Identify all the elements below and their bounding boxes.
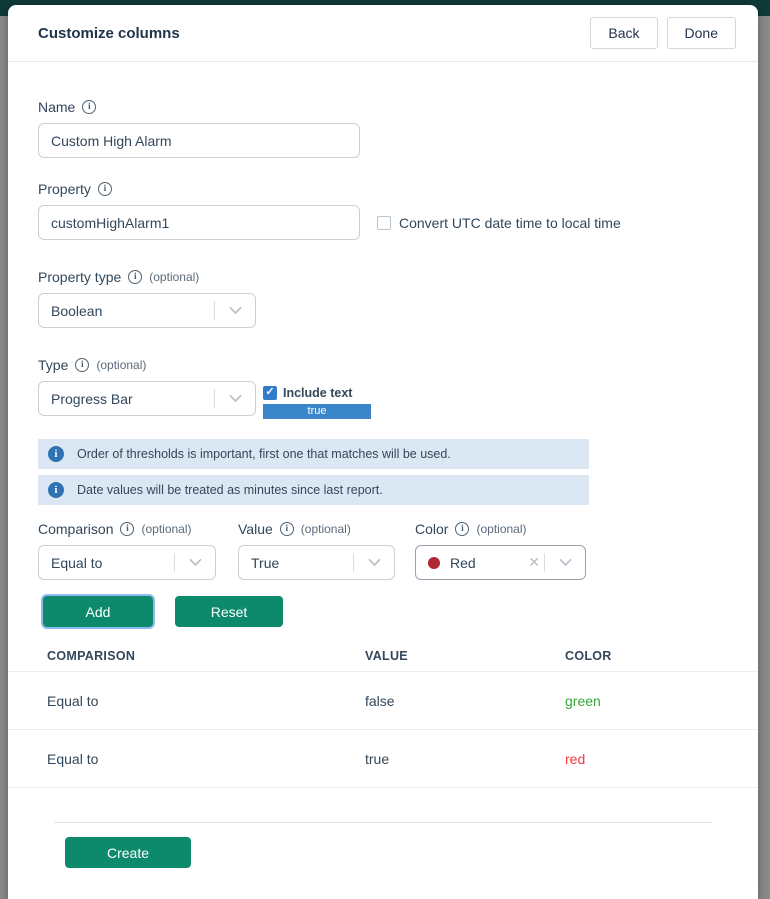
table-row: Equal to true red	[8, 729, 758, 787]
property-label: Property	[38, 181, 91, 197]
type-label: Type	[38, 357, 68, 373]
checkbox-unchecked-icon[interactable]	[377, 216, 391, 230]
comparison-select[interactable]: Equal to	[38, 545, 216, 580]
cell-comparison: Equal to	[47, 751, 365, 767]
footer-divider	[54, 822, 712, 823]
comparison-field: Comparison i (optional) Equal to	[38, 520, 216, 580]
cell-value: false	[365, 693, 565, 709]
table-header-row: COMPARISON VALUE COLOR	[8, 641, 758, 671]
reset-button[interactable]: Reset	[175, 596, 283, 627]
info-icon[interactable]: i	[98, 182, 112, 196]
optional-tag: (optional)	[476, 522, 526, 536]
type-label-row: Type i (optional)	[38, 356, 728, 373]
chevron-down-icon	[215, 394, 255, 403]
color-select[interactable]: Red ✕	[415, 545, 586, 580]
color-swatch-dot	[428, 557, 440, 569]
chevron-down-icon	[215, 306, 255, 315]
type-value: Progress Bar	[51, 391, 133, 407]
property-input[interactable]	[38, 205, 360, 240]
color-value: Red	[450, 555, 476, 571]
name-field: Name i	[38, 98, 728, 158]
modal-body: Name i Property i Convert UTC date time …	[8, 62, 758, 868]
done-button[interactable]: Done	[667, 17, 736, 49]
cell-value: true	[365, 751, 565, 767]
property-field: Property i Convert UTC date time to loca…	[38, 180, 728, 240]
name-label: Name	[38, 99, 75, 115]
property-type-field: Property type i (optional) Boolean	[38, 268, 728, 328]
create-button[interactable]: Create	[65, 837, 191, 868]
value-value: True	[251, 555, 279, 571]
table-row: Equal to false green	[8, 671, 758, 729]
thresholds-table: COMPARISON VALUE COLOR Equal to false gr…	[8, 641, 758, 822]
property-label-row: Property i	[38, 180, 728, 197]
comparison-value: Equal to	[51, 555, 102, 571]
property-type-select[interactable]: Boolean	[38, 293, 256, 328]
info-alert: i Order of thresholds is important, firs…	[38, 439, 589, 469]
info-icon[interactable]: i	[455, 522, 469, 536]
info-icon[interactable]: i	[280, 522, 294, 536]
column-header-value: VALUE	[365, 649, 565, 663]
alert-text: Order of thresholds is important, first …	[77, 447, 451, 461]
optional-tag: (optional)	[141, 522, 191, 536]
chevron-down-icon	[175, 558, 215, 567]
optional-tag: (optional)	[149, 270, 199, 284]
info-icon[interactable]: i	[120, 522, 134, 536]
alert-text: Date values will be treated as minutes s…	[77, 483, 383, 497]
header-actions: Back Done	[590, 17, 736, 49]
page-title: Customize columns	[38, 25, 180, 42]
threshold-actions-row: Add Reset	[38, 596, 728, 627]
table-empty-row	[8, 787, 758, 822]
cell-comparison: Equal to	[47, 693, 365, 709]
utc-convert-label: Convert UTC date time to local time	[399, 215, 621, 231]
info-icon: i	[48, 446, 64, 462]
type-preview-panel: ✓ Include text true	[263, 381, 371, 419]
add-button[interactable]: Add	[43, 596, 153, 627]
value-select[interactable]: True	[238, 545, 395, 580]
cell-color: red	[565, 751, 758, 767]
column-header-color: COLOR	[565, 649, 758, 663]
chevron-down-icon	[354, 558, 394, 567]
comparison-label: Comparison	[38, 521, 113, 537]
color-label: Color	[415, 521, 448, 537]
progress-bar-preview: true	[263, 404, 371, 419]
chevron-down-icon	[545, 558, 585, 567]
threshold-inputs-row: Comparison i (optional) Equal to V	[38, 520, 728, 580]
name-label-row: Name i	[38, 98, 728, 115]
column-header-comparison: COMPARISON	[47, 649, 365, 663]
alerts-section: i Order of thresholds is important, firs…	[38, 439, 728, 505]
value-field: Value i (optional) True	[238, 520, 395, 580]
info-icon[interactable]: i	[82, 100, 96, 114]
modal-header: Customize columns Back Done	[8, 5, 758, 62]
type-select[interactable]: Progress Bar	[38, 381, 256, 416]
property-type-label-row: Property type i (optional)	[38, 268, 728, 285]
info-icon: i	[48, 482, 64, 498]
cell-color: green	[565, 693, 758, 709]
info-icon[interactable]: i	[75, 358, 89, 372]
checkbox-checked-icon[interactable]: ✓	[263, 386, 277, 400]
optional-tag: (optional)	[301, 522, 351, 536]
include-text-checkbox[interactable]: ✓ Include text	[263, 386, 352, 400]
optional-tag: (optional)	[96, 358, 146, 372]
info-icon[interactable]: i	[128, 270, 142, 284]
clear-icon[interactable]: ✕	[524, 554, 544, 571]
property-type-label: Property type	[38, 269, 121, 285]
name-input[interactable]	[38, 123, 360, 158]
property-type-value: Boolean	[51, 303, 102, 319]
utc-convert-checkbox[interactable]: Convert UTC date time to local time	[377, 215, 621, 231]
type-field: Type i (optional) Progress Bar ✓	[38, 356, 728, 419]
include-text-label: Include text	[283, 386, 352, 400]
info-alert: i Date values will be treated as minutes…	[38, 475, 589, 505]
customize-columns-modal: Customize columns Back Done Name i Prope…	[8, 5, 758, 899]
value-label: Value	[238, 521, 273, 537]
color-field: Color i (optional) Red ✕	[415, 520, 586, 580]
back-button[interactable]: Back	[590, 17, 657, 49]
